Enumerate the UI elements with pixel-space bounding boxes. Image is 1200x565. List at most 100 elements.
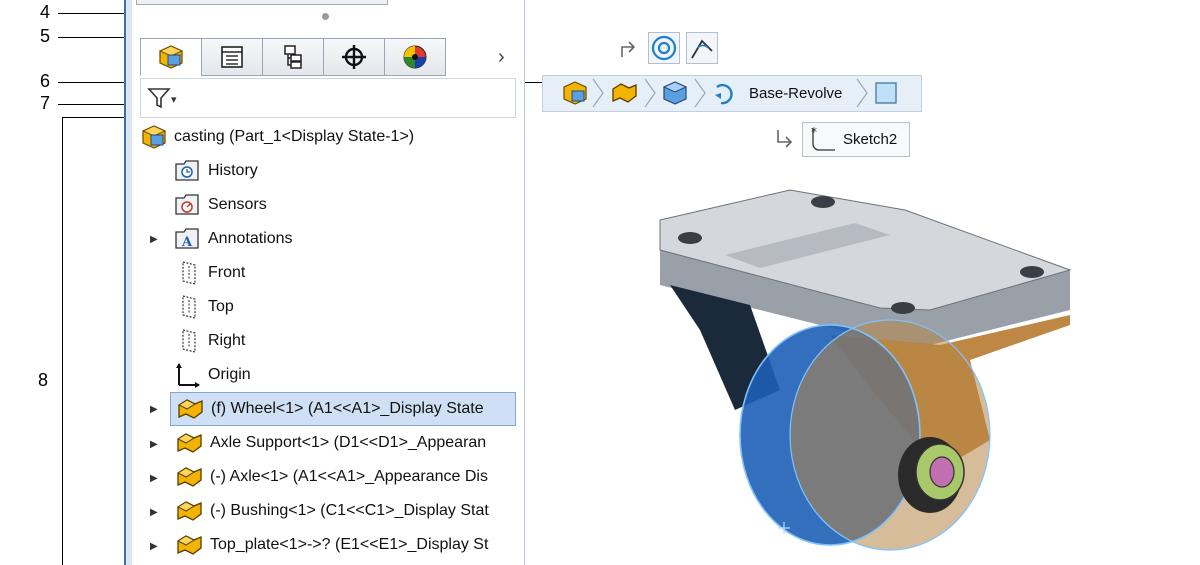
tree-item-bushing[interactable]: (-) Bushing<1> (C1<<C1>_Display Stat [174,496,489,526]
tab-dimxpert-manager[interactable] [323,38,384,76]
leader-line-8-vertical [62,117,63,565]
tree-item-front-plane[interactable]: Front [174,258,245,288]
configuration-icon [284,45,302,69]
manager-tabs [140,38,446,76]
tree-item-label: Top_plate<1>->? (E1<<E1>_Display St [210,536,489,553]
tree-item-label: History [208,162,258,179]
tree-item-label: Origin [208,366,251,383]
breadcrumb-revolve[interactable] [711,79,741,112]
breadcrumb-part[interactable] [561,80,589,111]
tree-item-label: Axle Support<1> (D1<<D1>_Appearan [210,434,487,451]
expand-arrow-icon[interactable]: ▶ [150,473,158,484]
breadcrumb-face[interactable] [873,81,899,110]
tree-item-label: Right [208,332,246,349]
tree-item-annotations[interactable]: A Annotations [174,224,293,254]
plane-icon [182,329,196,353]
breadcrumb-component[interactable] [609,80,639,111]
panel-left-edge [126,0,132,565]
appearance-sphere-icon [403,45,427,69]
arrow-down-right-icon [774,128,796,155]
tree-item-label: Front [208,264,246,281]
tab-feature-manager[interactable] [140,38,201,76]
breadcrumb-separator-icon [693,78,707,113]
expand-arrow-icon[interactable]: ▶ [150,439,158,450]
mounting-hole [811,196,835,208]
part-icon [563,81,587,105]
sketch-breadcrumb-button[interactable]: * Sketch2 [802,122,910,157]
component-icon [176,467,202,487]
callout-7: 7 [40,93,51,113]
tree-item-axle-support[interactable]: Axle Support<1> (D1<<D1>_Appearan [174,428,486,458]
tab-configuration-manager[interactable] [262,38,323,76]
plane-icon [182,261,196,285]
history-folder-icon [175,160,199,181]
arrow-up-right-icon [618,37,640,64]
panel-top-strip [136,0,388,5]
component-icon [612,83,637,103]
tree-item-label: Sensors [208,196,267,213]
mounting-hole [1020,266,1044,278]
filter-dropdown-arrow[interactable]: ▾ [171,93,177,106]
crosshair-icon [342,45,366,69]
concentric-button[interactable] [648,32,680,64]
plane-icon [182,295,196,319]
component-icon [176,535,202,555]
callout-8: 8 [38,370,49,390]
expand-arrow-icon[interactable]: ▶ [150,541,158,552]
tree-item-label: (-) Axle<1> (A1<<A1>_Appearance Dis [210,468,488,485]
tree-item-right-plane[interactable]: Right [174,326,245,356]
body-icon [662,81,688,105]
caster-wheel-model[interactable] [640,180,1080,565]
tab-display-manager[interactable] [384,38,446,76]
tree-item-label: Top [208,298,234,315]
face-icon [875,82,897,104]
component-icon [176,433,202,453]
axle-end [929,456,955,488]
sketch-label: Sketch2 [843,131,898,148]
angle-icon [691,39,713,59]
expand-arrow-icon[interactable]: ▶ [150,234,158,245]
tree-root-label: casting (Part_1<Display State-1>) [174,128,415,145]
breadcrumb-body[interactable] [661,80,689,111]
component-icon [177,399,203,419]
breadcrumb: Base-Revolve [542,75,922,112]
tree-item-label: (f) Wheel<1> (A1<<A1>_Display State [211,400,484,417]
tree-root[interactable]: casting (Part_1<Display State-1>) [140,122,414,152]
callout-5: 5 [40,26,51,46]
breadcrumb-label[interactable]: Base-Revolve [749,85,842,102]
callout-6: 6 [40,71,51,91]
breadcrumb-separator-icon [591,78,605,113]
tree-item-origin[interactable]: Origin [174,360,251,390]
tree-item-history[interactable]: History [174,156,258,186]
tree-item-axle[interactable]: (-) Axle<1> (A1<<A1>_Appearance Dis [174,462,488,492]
tabs-overflow-button[interactable]: › [498,46,505,69]
tree-item-top-plate[interactable]: Top_plate<1>->? (E1<<E1>_Display St [174,530,488,560]
part-icon [141,125,167,149]
wheel-side-face [790,320,990,550]
part-icon [158,45,184,69]
feature-manager-panel: › ▾ casting (Part_1<Display State-1>) Hi… [124,0,525,565]
expand-arrow-icon[interactable]: ▶ [150,507,158,518]
tree-item-top-plane[interactable]: Top [174,292,234,322]
tab-property-manager[interactable] [201,38,262,76]
tree-item-sensors[interactable]: Sensors [174,190,267,220]
mounting-hole [891,302,915,314]
property-list-icon [221,46,243,68]
component-icon [176,501,202,521]
expand-arrow-icon[interactable]: ▶ [150,404,158,415]
angle-button[interactable] [686,32,718,64]
concentric-icon [651,35,677,61]
breadcrumb-separator-icon [643,78,657,113]
tree-item-label: (-) Bushing<1> (C1<<C1>_Display Stat [210,502,489,519]
sketch-icon: * [811,125,835,151]
filter-bar[interactable]: ▾ [140,78,516,118]
tree-item-label: Annotations [208,230,293,247]
tree-item-wheel[interactable]: (f) Wheel<1> (A1<<A1>_Display State [170,392,516,426]
svg-text:*: * [811,125,817,139]
origin-icon [176,363,200,388]
annotations-folder-icon: A [175,228,199,250]
panel-drag-handle[interactable] [322,13,329,20]
mounting-hole [678,232,702,244]
revolve-icon [715,83,733,105]
svg-text:A: A [181,235,193,250]
